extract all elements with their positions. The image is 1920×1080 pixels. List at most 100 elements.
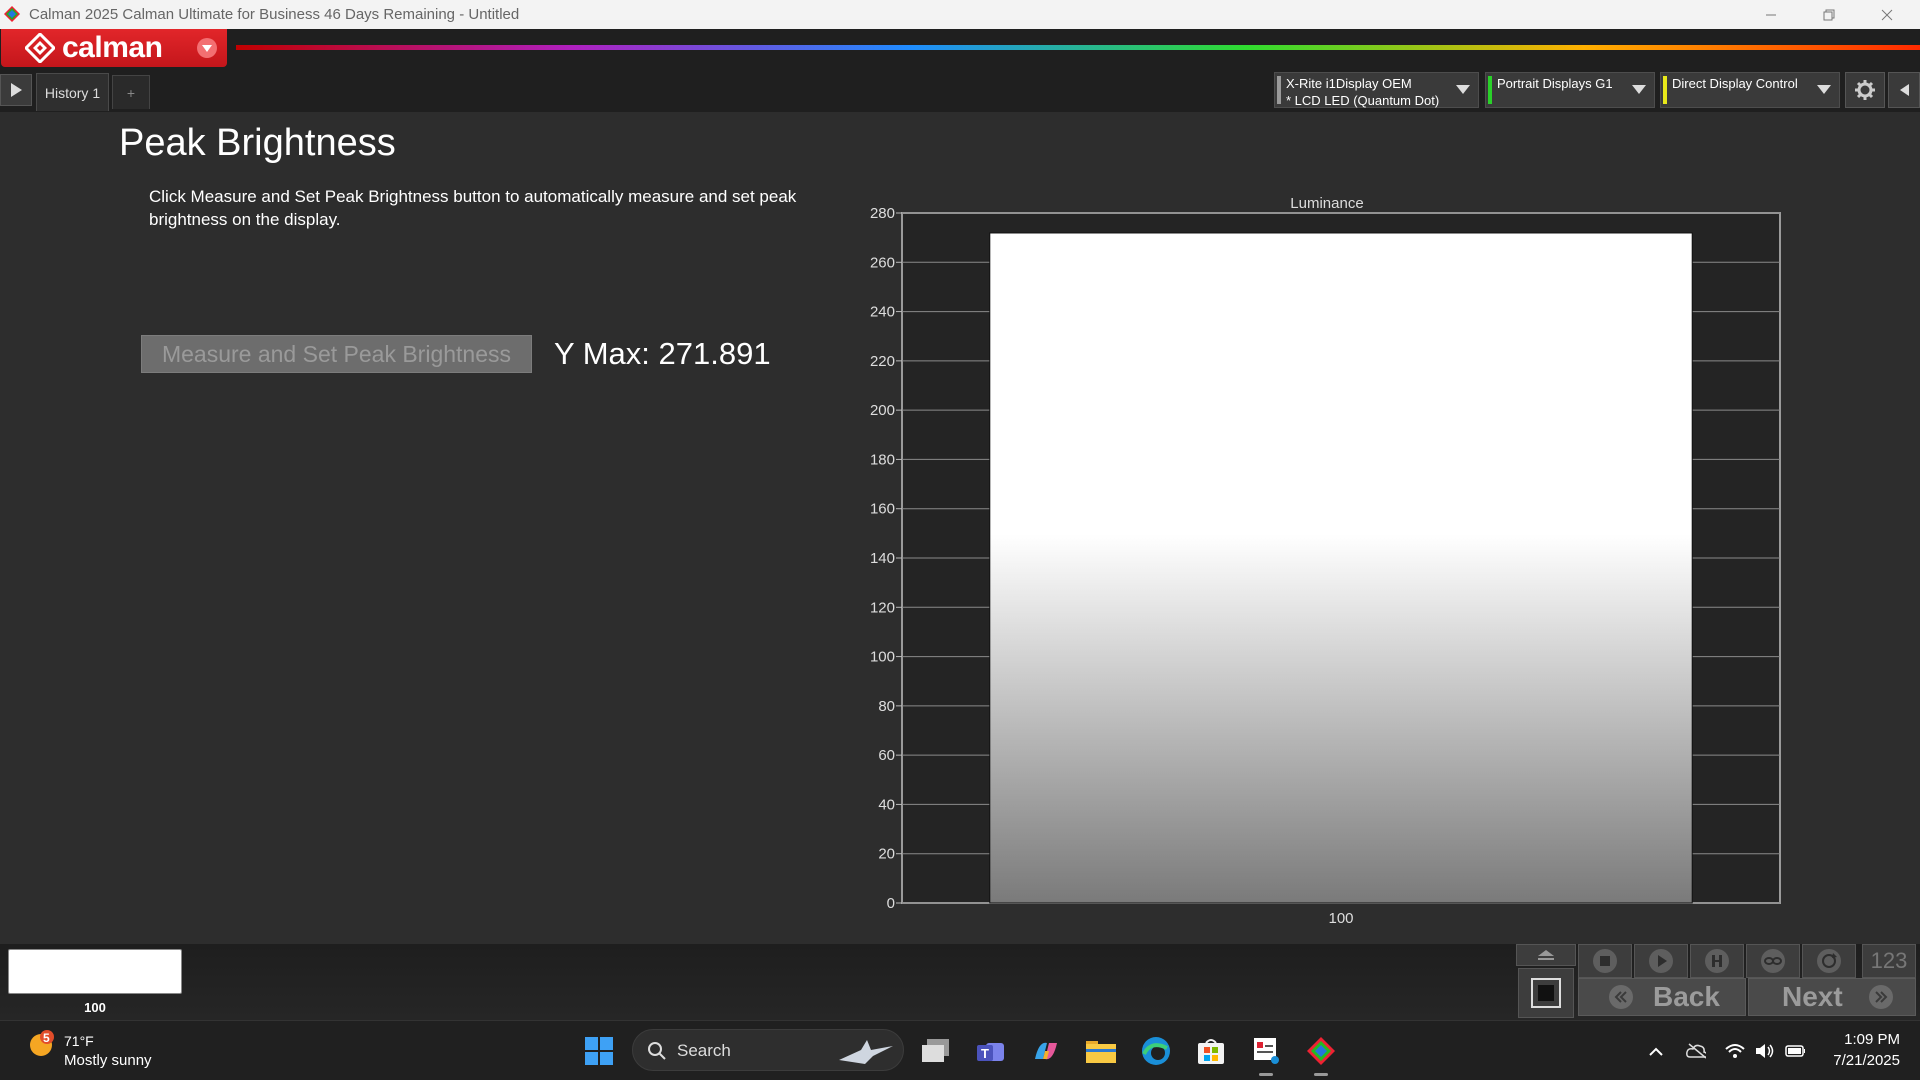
- stop-measure-button[interactable]: [1518, 968, 1574, 1018]
- refresh-button[interactable]: [1802, 944, 1856, 978]
- expand-meter-panel-button[interactable]: [1516, 944, 1576, 966]
- play-measure-button[interactable]: [1634, 944, 1688, 978]
- calman-menu-button[interactable]: calman: [1, 29, 227, 67]
- settings-button[interactable]: [1845, 72, 1885, 108]
- y-tick-label: 240: [870, 304, 895, 321]
- weather-description: Mostly sunny: [64, 1052, 152, 1069]
- meter-selector[interactable]: X-Rite i1Display OEM * LCD LED (Quantum …: [1274, 72, 1479, 108]
- minimize-button[interactable]: [1742, 0, 1800, 29]
- calman-logo-icon: [25, 33, 55, 63]
- measure-peak-brightness-button[interactable]: Measure and Set Peak Brightness: [141, 335, 532, 373]
- double-chevron-left-icon: [1609, 985, 1633, 1009]
- add-tab-button[interactable]: +: [112, 75, 150, 109]
- y-tick-label: 160: [870, 501, 895, 518]
- back-label: Back: [1653, 981, 1720, 1012]
- folder-icon: [1086, 1041, 1116, 1063]
- volume-tray-icon[interactable]: [1755, 1041, 1775, 1061]
- x-category-label: 100: [1328, 910, 1353, 927]
- display-status-stripe: [1663, 76, 1667, 104]
- chevron-down-icon: [1817, 85, 1831, 94]
- rainbow-bar: [236, 45, 1920, 50]
- y-tick-label: 40: [878, 796, 895, 813]
- generator-status-stripe: [1488, 76, 1492, 104]
- restore-icon: [1823, 9, 1835, 20]
- task-view-icon: [922, 1039, 949, 1062]
- gear-icon: [1855, 80, 1875, 100]
- current-patch-label: 100: [84, 1000, 106, 1015]
- calman-taskbar-button[interactable]: [1305, 1035, 1337, 1067]
- store-button[interactable]: [1195, 1035, 1227, 1067]
- wifi-tray-icon[interactable]: [1725, 1041, 1745, 1061]
- wifi-icon: [1725, 1044, 1745, 1058]
- display-control-selector[interactable]: Direct Display Control: [1660, 72, 1840, 108]
- y-tick-label: 0: [887, 895, 895, 912]
- play-icon: [1649, 949, 1673, 973]
- close-icon: [1881, 9, 1893, 20]
- back-button[interactable]: Back: [1578, 978, 1746, 1016]
- teams-icon: T: [977, 1043, 1004, 1061]
- collapse-panel-button[interactable]: [1888, 72, 1920, 108]
- copilot-icon: [1035, 1042, 1057, 1060]
- file-explorer-button[interactable]: [1085, 1035, 1117, 1067]
- y-tick-label: 180: [870, 451, 895, 468]
- window-titlebar: Calman 2025 Calman Ultimate for Business…: [0, 0, 1920, 29]
- y-tick-label: 200: [870, 402, 895, 419]
- pattern-generator-selector[interactable]: Portrait Displays G1: [1485, 72, 1655, 108]
- stop-button[interactable]: [1578, 944, 1632, 978]
- y-tick-label: 220: [870, 353, 895, 370]
- refresh-icon: [1817, 949, 1841, 973]
- show-hidden-icons-button[interactable]: [1646, 1041, 1666, 1061]
- onedrive-tray-icon[interactable]: [1686, 1041, 1706, 1061]
- teams-button[interactable]: T: [975, 1035, 1007, 1067]
- edge-button[interactable]: [1140, 1035, 1172, 1067]
- next-button[interactable]: Next: [1748, 978, 1916, 1016]
- clock-time: 1:09 PM: [1844, 1031, 1900, 1048]
- numeric-display-button[interactable]: 123: [1862, 944, 1916, 978]
- running-indicator: [1259, 1073, 1273, 1076]
- bird-highlight-icon: [839, 1040, 893, 1064]
- meter-profile: * LCD LED (Quantum Dot): [1286, 93, 1440, 108]
- calman-logo-text: calman: [62, 31, 163, 64]
- store-icon: [1198, 1039, 1224, 1064]
- luminance-bar: [989, 232, 1693, 904]
- tab-history-1[interactable]: History 1: [36, 73, 109, 111]
- close-button[interactable]: [1858, 0, 1916, 29]
- y-tick-label: 280: [870, 205, 895, 222]
- y-tick-label: 100: [870, 649, 895, 666]
- search-label: Search: [677, 1041, 731, 1060]
- y-tick-label: 140: [870, 550, 895, 567]
- snipping-icon: [1254, 1038, 1279, 1064]
- meter-name: X-Rite i1Display OEM: [1286, 76, 1412, 91]
- chart-title: Luminance: [1290, 195, 1363, 212]
- taskbar-search[interactable]: Search: [632, 1029, 904, 1071]
- task-view-button[interactable]: [920, 1035, 952, 1067]
- battery-tray-icon[interactable]: [1785, 1041, 1805, 1061]
- search-icon: [648, 1042, 666, 1060]
- copilot-button[interactable]: [1030, 1035, 1062, 1067]
- stop-square-icon: [1531, 978, 1561, 1008]
- start-button[interactable]: [583, 1035, 615, 1067]
- bottom-panel: 100 123 Back Next: [0, 944, 1920, 1020]
- windows-logo-icon: [585, 1037, 613, 1065]
- snipping-tool-button[interactable]: [1250, 1035, 1282, 1067]
- chevron-down-icon: [1456, 85, 1470, 94]
- y-tick-label: 60: [878, 747, 895, 764]
- next-label: Next: [1782, 981, 1843, 1012]
- workflow-play-button[interactable]: [0, 74, 32, 106]
- meter-status-stripe: [1277, 76, 1281, 104]
- y-tick-label: 20: [878, 846, 895, 863]
- hold-button[interactable]: [1690, 944, 1744, 978]
- eject-icon: [1538, 950, 1554, 960]
- main-toolbar: calman: [0, 29, 1920, 67]
- y-tick-label: 260: [870, 254, 895, 271]
- continuous-read-button[interactable]: [1746, 944, 1800, 978]
- minimize-icon: [1766, 14, 1776, 15]
- battery-icon: [1785, 1045, 1805, 1057]
- page-title: Peak Brightness: [119, 122, 396, 164]
- clock-date: 7/21/2025: [1833, 1052, 1900, 1069]
- calman-app-icon: [1307, 1037, 1335, 1065]
- restore-button[interactable]: [1800, 0, 1858, 29]
- tab-strip: History 1 + X-Rite i1Display OEM * LCD L…: [0, 67, 1920, 112]
- hold-icon: [1705, 949, 1729, 973]
- sun-icon: [30, 1030, 54, 1056]
